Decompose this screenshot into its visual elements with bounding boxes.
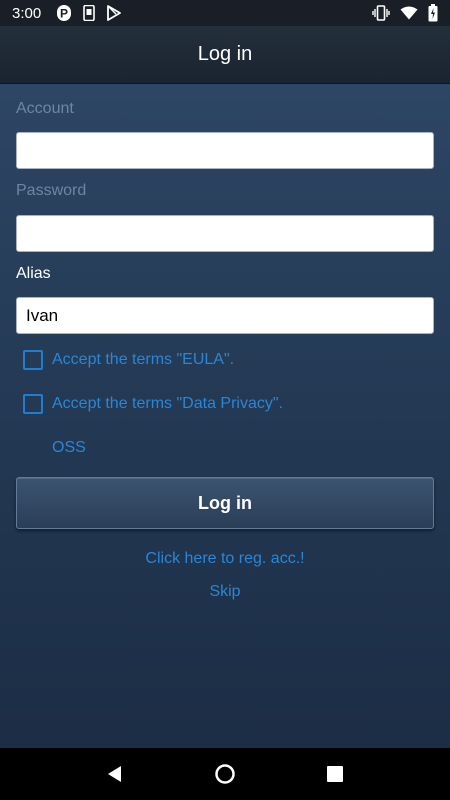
notification-icons: P (57, 5, 122, 21)
play-store-icon (107, 5, 122, 21)
alias-label: Alias (16, 265, 51, 282)
login-button[interactable]: Log in (16, 477, 434, 529)
account-input[interactable] (16, 132, 434, 169)
home-icon[interactable] (205, 754, 245, 794)
privacy-terms-link[interactable]: Accept the terms "Data Privacy". (52, 395, 283, 413)
login-form: Account Password Alias Accept the terms … (0, 84, 450, 748)
wifi-icon (400, 6, 418, 20)
system-icons (372, 4, 438, 22)
back-icon[interactable] (95, 754, 135, 794)
svg-text:P: P (60, 7, 68, 21)
navigation-bar (0, 748, 450, 800)
account-label: Account (16, 100, 74, 117)
eula-checkbox[interactable] (23, 350, 43, 370)
password-input[interactable] (16, 215, 434, 252)
register-link[interactable]: Click here to reg. acc.! (0, 550, 450, 568)
privacy-checkbox[interactable] (23, 394, 43, 414)
oss-link[interactable]: OSS (52, 439, 86, 457)
skip-link[interactable]: Skip (0, 583, 450, 601)
recents-icon[interactable] (315, 754, 355, 794)
eula-check-row[interactable]: Accept the terms "EULA". (23, 350, 234, 370)
battery-icon (428, 4, 438, 22)
phone-icon (83, 5, 96, 21)
vibrate-icon (372, 5, 390, 21)
status-bar: 3:00 P (0, 0, 450, 26)
app-header: Log in (0, 26, 450, 84)
privacy-check-row[interactable]: Accept the terms "Data Privacy". (23, 394, 283, 414)
eula-terms-link[interactable]: Accept the terms "EULA". (52, 351, 234, 369)
password-label: Password (16, 182, 87, 199)
parking-icon: P (57, 5, 72, 21)
page-title: Log in (197, 43, 253, 65)
alias-input[interactable] (16, 297, 434, 334)
status-time: 3:00 (12, 4, 42, 22)
